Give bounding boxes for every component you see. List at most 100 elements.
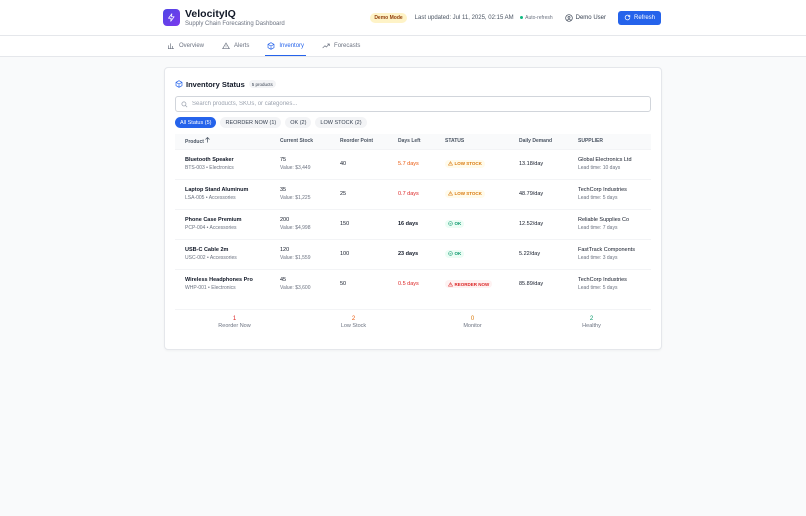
col-daily-demand[interactable]: Daily Demand — [509, 134, 568, 149]
table-row[interactable]: Wireless Headphones Pro WHP-001 • Electro… — [175, 268, 651, 299]
product-name: USB-C Cable 2m — [185, 247, 229, 253]
warning-triangle-icon — [448, 191, 453, 196]
app-name: VelocityIQ — [185, 7, 236, 20]
check-circle-icon — [448, 221, 453, 226]
table-row[interactable]: Bluetooth Speaker BTS-003 • Electronics 7… — [175, 148, 651, 179]
product-name: Phone Case Premium — [185, 217, 242, 223]
stock-value: Value: $4,998 — [280, 225, 311, 231]
table-row[interactable]: Phone Case Premium PCP-004 • Accessories … — [175, 208, 651, 239]
product-count-badge: 5 products — [248, 80, 276, 88]
lead-time: Lead time: 5 days — [578, 285, 618, 292]
table-header-row: Product Current Stock Reorder Point Days… — [175, 134, 651, 149]
summary-stats: 1 Reorder Now 2 Low Stock 0 Monitor 2 Health… — [175, 309, 651, 329]
supplier-name: Reliable Supplies Co — [578, 217, 630, 223]
app-subtitle: Supply Chain Forecasting Dashboard — [185, 20, 285, 27]
app-header: VelocityIQ Supply Chain Forecasting Dash… — [0, 0, 806, 35]
table-row[interactable]: Laptop Stand Aluminum LSA-005 • Accessori… — [175, 178, 651, 209]
stock-value: Value: $1,559 — [280, 255, 311, 261]
demo-mode-badge: Demo Mode — [370, 12, 407, 23]
check-circle-icon — [448, 251, 453, 256]
package-icon — [175, 80, 183, 88]
stat-label: Monitor — [463, 323, 482, 329]
warning-triangle-icon — [448, 161, 453, 166]
stat-healthy: 2 Healthy — [532, 316, 651, 329]
stock-value: Value: $1,225 — [280, 195, 311, 201]
daily-demand: 48.79/day — [509, 178, 568, 209]
tab-label: Alerts — [234, 42, 250, 49]
filter-ok[interactable]: OK (2) — [285, 117, 312, 128]
tab-inventory[interactable]: Inventory — [265, 36, 307, 56]
card-header: Inventory Status 5 products — [175, 78, 651, 90]
stat-value: 1 — [232, 316, 237, 322]
lightning-logo-icon — [163, 9, 180, 26]
tab-alerts[interactable]: Alerts — [220, 36, 251, 56]
search-input[interactable] — [192, 101, 632, 107]
status-dot-icon — [519, 15, 524, 20]
stock-value: Value: $3,600 — [280, 285, 311, 292]
product-name: Bluetooth Speaker — [185, 157, 234, 163]
col-current-stock[interactable]: Current Stock — [270, 134, 330, 149]
col-supplier[interactable]: SUPPLIER — [568, 134, 651, 149]
status-filters: All Status (5) REORDER NOW (1) OK (2) LO… — [175, 117, 651, 128]
current-stock: 35 — [280, 187, 287, 193]
product-meta: WHP-001 • Electronics — [185, 285, 236, 292]
stock-value: Value: $3,449 — [280, 165, 311, 171]
col-reorder-point[interactable]: Reorder Point — [330, 134, 388, 149]
daily-demand: 85.89/day — [509, 268, 568, 299]
days-left: 16 days — [388, 208, 435, 239]
lead-time: Lead time: 5 days — [578, 195, 618, 201]
package-icon — [268, 41, 275, 50]
stat-value: 2 — [589, 316, 594, 322]
brand: VelocityIQ Supply Chain Forecasting Dash… — [163, 7, 285, 27]
tab-overview[interactable]: Overview — [165, 36, 206, 56]
auto-refresh-label: Auto-refresh — [525, 14, 553, 21]
supplier-name: TechCorp Industries — [578, 277, 627, 284]
warning-triangle-icon — [222, 41, 230, 49]
refresh-button[interactable]: Refresh — [617, 10, 661, 25]
days-left: 5.7 days — [388, 148, 435, 179]
product-meta: LSA-005 • Accessories — [185, 195, 236, 201]
days-left: 0.5 days — [388, 268, 435, 299]
stat-monitor: 0 Monitor — [413, 316, 532, 329]
warning-triangle-icon — [448, 281, 453, 286]
filter-low-stock[interactable]: LOW STOCK (2) — [315, 117, 367, 128]
daily-demand: 12.52/day — [509, 208, 568, 239]
status-badge: OK — [445, 219, 465, 228]
main-nav: Overview Alerts Inventory Forecasts — [0, 35, 806, 57]
reorder-point: 40 — [330, 148, 388, 179]
supplier-name: FastTrack Components — [578, 247, 635, 253]
auto-refresh-indicator: Auto-refresh — [519, 14, 553, 21]
lead-time: Lead time: 7 days — [578, 225, 618, 231]
card-title: Inventory Status — [186, 79, 245, 89]
current-stock: 75 — [280, 157, 287, 163]
stat-label: Healthy — [582, 323, 601, 329]
status-badge: LOW STOCK — [445, 159, 485, 168]
tab-label: Forecasts — [334, 42, 361, 49]
days-left: 23 days — [388, 238, 435, 269]
user-name: Demo User — [575, 14, 606, 21]
product-name: Wireless Headphones Pro — [185, 277, 253, 284]
stat-value: 2 — [351, 316, 356, 322]
filter-reorder-now[interactable]: REORDER NOW (1) — [220, 117, 282, 128]
sort-arrow-up-icon — [205, 137, 211, 143]
col-product[interactable]: Product — [175, 134, 270, 149]
reorder-point: 50 — [330, 268, 388, 299]
user-menu[interactable]: Demo User — [564, 13, 606, 22]
refresh-label: Refresh — [633, 14, 655, 21]
col-status[interactable]: STATUS — [435, 134, 509, 149]
product-meta: PCP-004 • Accessories — [185, 225, 237, 231]
search-box[interactable] — [175, 96, 651, 112]
supplier-name: TechCorp Industries — [578, 187, 627, 193]
last-updated: Last updated: Jul 11, 2025, 02:15 AM — [414, 14, 514, 21]
tab-label: Overview — [179, 42, 205, 49]
status-badge: OK — [445, 249, 465, 258]
filter-all[interactable]: All Status (5) — [175, 117, 217, 128]
tab-forecasts[interactable]: Forecasts — [320, 36, 362, 56]
stat-label: Reorder Now — [218, 323, 251, 329]
stat-low-stock: 2 Low Stock — [294, 316, 413, 329]
status-badge: LOW STOCK — [445, 189, 485, 198]
table-row[interactable]: USB-C Cable 2m USC-002 • Accessories 120 V… — [175, 238, 651, 269]
bar-chart-icon — [168, 42, 174, 49]
col-days-left[interactable]: Days Left — [388, 134, 435, 149]
product-name: Laptop Stand Aluminum — [185, 187, 249, 193]
